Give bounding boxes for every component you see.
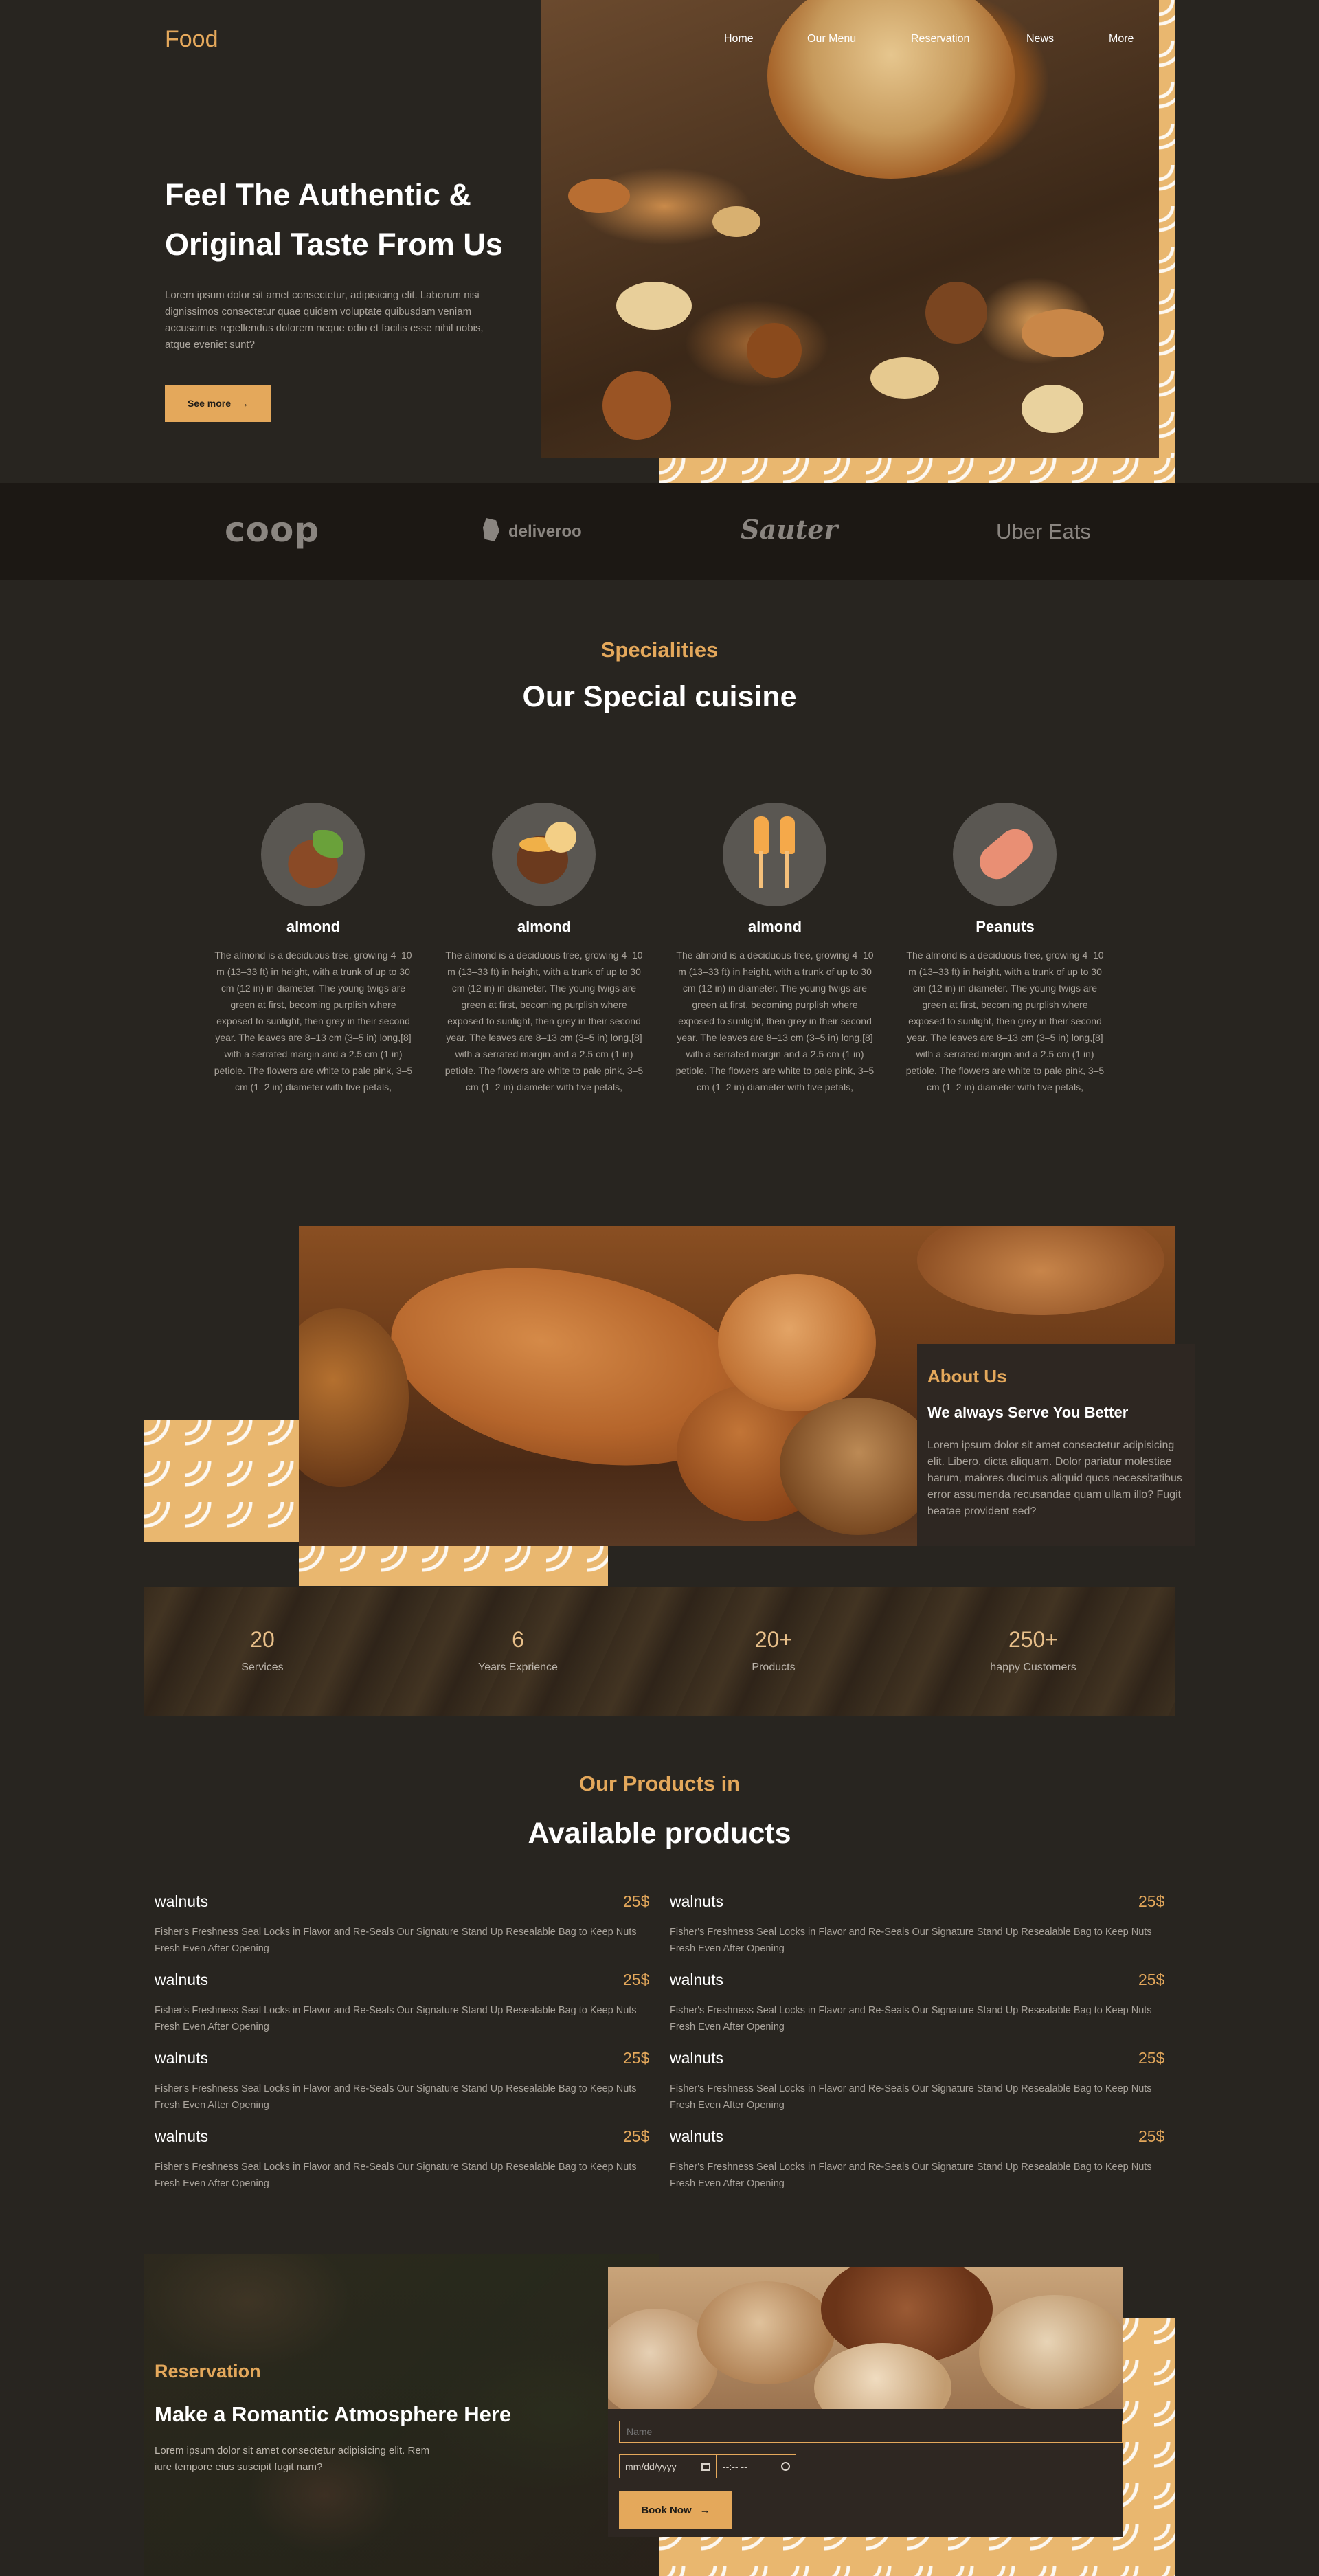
stat-value-3: 20+ — [754, 1627, 793, 1652]
nav-home[interactable]: Home — [724, 33, 754, 45]
products-kicker: Our Products in — [578, 1771, 741, 1795]
products-title: Available products — [528, 1817, 791, 1850]
date-input[interactable]: mm/dd/yyyy — [619, 2454, 717, 2478]
nav-news[interactable]: News — [1026, 33, 1054, 45]
product-name-4[interactable]: walnuts — [670, 1971, 723, 1989]
book-now-button[interactable]: Book Now → — [619, 2491, 732, 2529]
name-input[interactable] — [619, 2421, 1123, 2443]
stat-label-2: Years Exprience — [478, 1661, 558, 1673]
product-desc-7: Fisher's Freshness Seal Locks in Flavor … — [155, 2162, 637, 2189]
partner-coop-logo: coop — [225, 510, 320, 550]
site-logo[interactable]: Food — [165, 26, 218, 53]
product-price-2: 25$ — [1138, 1892, 1165, 1910]
product-desc-3: Fisher's Freshness Seal Locks in Flavor … — [155, 2005, 637, 2032]
product-price-5: 25$ — [623, 2049, 650, 2067]
stat-label-1: Services — [241, 1661, 284, 1673]
product-price-4: 25$ — [1138, 1971, 1165, 1989]
see-more-label: See more — [187, 398, 232, 409]
hero-image — [541, 0, 1159, 458]
product-name-3[interactable]: walnuts — [155, 1971, 208, 1989]
speciality-text-1: The almond is a deciduous tree, growing … — [214, 950, 413, 1093]
speciality-text-4: The almond is a deciduous tree, growing … — [905, 950, 1105, 1093]
speciality-title-2: almond — [517, 918, 572, 935]
nav-our-menu[interactable]: Our Menu — [807, 33, 856, 45]
hero-pattern-bottom — [660, 458, 1175, 483]
time-input-value: --:-- -- — [723, 2461, 747, 2472]
product-desc-2: Fisher's Freshness Seal Locks in Flavor … — [670, 1927, 1152, 1954]
about-pattern-bottom — [299, 1546, 608, 1586]
stat-value-2: 6 — [512, 1627, 524, 1652]
reservation-kicker: Reservation — [155, 2361, 261, 2382]
product-name-8[interactable]: walnuts — [670, 2127, 723, 2146]
reservation-title: Make a Romantic Atmosphere Here — [155, 2402, 512, 2426]
product-name-7[interactable]: walnuts — [155, 2127, 208, 2146]
product-price-7: 25$ — [623, 2127, 650, 2145]
speciality-icon-1 — [261, 803, 365, 906]
product-price-1: 25$ — [623, 1892, 650, 1910]
stat-label-3: Products — [752, 1661, 796, 1673]
product-desc-6: Fisher's Freshness Seal Locks in Flavor … — [670, 2083, 1152, 2111]
product-desc-1: Fisher's Freshness Seal Locks in Flavor … — [155, 1927, 637, 1954]
speciality-icon-3 — [723, 803, 826, 906]
speciality-title-1: almond — [286, 918, 341, 935]
stat-label-4: happy Customers — [990, 1661, 1076, 1673]
product-name-1[interactable]: walnuts — [155, 1892, 208, 1911]
about-title: We always Serve You Better — [927, 1404, 1129, 1421]
product-desc-5: Fisher's Freshness Seal Locks in Flavor … — [155, 2083, 637, 2111]
specialities-kicker: Specialities — [600, 638, 719, 662]
chestnut-icon — [511, 822, 576, 887]
arrow-right-icon: → — [699, 2505, 710, 2516]
product-name-2[interactable]: walnuts — [670, 1892, 723, 1911]
hero-pattern-right — [1158, 0, 1175, 483]
product-price-3: 25$ — [623, 1971, 650, 1989]
reservation-image — [608, 2267, 1123, 2409]
nav-reservation[interactable]: Reservation — [911, 33, 969, 45]
partner-ubereats-logo: Uber Eats — [996, 519, 1091, 544]
speciality-title-4: Peanuts — [976, 918, 1035, 935]
see-more-button[interactable]: See more → — [165, 385, 271, 422]
about-pattern-left — [144, 1420, 299, 1542]
wheat-icon — [747, 816, 802, 892]
book-now-label: Book Now — [641, 2505, 692, 2516]
product-price-6: 25$ — [1138, 2049, 1165, 2067]
stat-value-4: 250+ — [1008, 1627, 1059, 1652]
speciality-title-3: almond — [747, 918, 802, 935]
about-kicker: About Us — [927, 1366, 1007, 1387]
date-input-value: mm/dd/yyyy — [625, 2461, 677, 2472]
speciality-icon-4 — [953, 803, 1057, 906]
clock-icon — [781, 2462, 790, 2471]
product-name-6[interactable]: walnuts — [670, 2049, 723, 2068]
hero-title-line2: Original Taste From Us — [165, 227, 503, 262]
speciality-text-2: The almond is a deciduous tree, growing … — [444, 950, 644, 1093]
about-text: Lorem ipsum dolor sit amet consectetur a… — [927, 1440, 1182, 1517]
reservation-text: Lorem ipsum dolor sit amet consectetur a… — [155, 2445, 430, 2473]
product-name-5[interactable]: walnuts — [155, 2049, 208, 2068]
nav-more[interactable]: More — [1109, 33, 1134, 45]
partner-deliveroo-logo: deliveroo — [508, 522, 582, 541]
product-price-8: 25$ — [1138, 2127, 1165, 2145]
calendar-icon — [701, 2462, 710, 2471]
partners-band — [0, 483, 1319, 580]
hero-title-line1: Feel The Authentic & — [165, 177, 471, 212]
hazelnut-icon — [280, 827, 347, 897]
peanut-icon — [972, 822, 1040, 888]
arrow-right-icon: → — [239, 398, 249, 409]
stat-value-1: 20 — [250, 1627, 275, 1652]
speciality-icon-2 — [492, 803, 596, 906]
time-input[interactable]: --:-- -- — [717, 2454, 796, 2478]
speciality-text-3: The almond is a deciduous tree, growing … — [675, 950, 875, 1093]
product-desc-8: Fisher's Freshness Seal Locks in Flavor … — [670, 2162, 1152, 2189]
partner-sauter-logo: Sauter — [741, 514, 838, 545]
specialities-title: Our Special cuisine — [522, 680, 797, 713]
hero-text: Lorem ipsum dolor sit amet consectetur, … — [165, 289, 484, 350]
product-desc-4: Fisher's Freshness Seal Locks in Flavor … — [670, 2005, 1152, 2032]
